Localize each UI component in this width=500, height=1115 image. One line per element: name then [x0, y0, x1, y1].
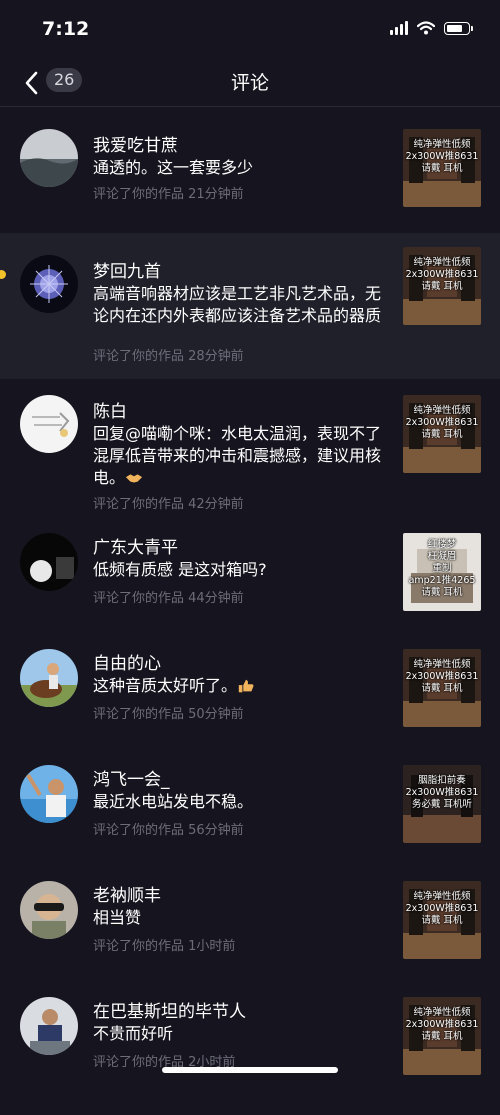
comment-item[interactable]: 老衲顺丰 相当赞 评论了你的作品 1小时前 纯净弹性低频 2x300W推8631… — [0, 879, 500, 995]
commenter-name[interactable]: 我爱吃甘蔗 — [93, 131, 178, 156]
thumbnail-caption: 纯净弹性低频 2x300W推8631 请戴 耳机 — [405, 891, 479, 926]
commenter-name[interactable]: 自由的心 — [93, 649, 161, 674]
comment-meta: 评论了你的作品 44分钟前 — [93, 591, 244, 606]
video-thumbnail[interactable]: 红楼梦 枉凝眉 重制 amp21推4265 请戴 耳机 — [403, 533, 481, 611]
comment-item[interactable]: 陈白 回复@喵嘞个咪：水电太温润，表现不了混厚低音带来的冲击和震撼感，建议用核电… — [0, 379, 500, 531]
avatar[interactable] — [20, 881, 78, 939]
thumbs-up-emoji — [238, 679, 254, 693]
video-thumbnail[interactable]: 纯净弹性低频 2x300W推8631 请戴 耳机 — [403, 395, 481, 473]
thumbnail-caption: 纯净弹性低频 2x300W推8631 请戴 耳机 — [405, 659, 479, 694]
comment-text: 低频有质感 是这对箱吗? — [93, 560, 267, 579]
comment-item[interactable]: 在巴基斯坦的毕节人 不贵而好听 评论了你的作品 2小时前 纯净弹性低频 2x30… — [0, 995, 500, 1115]
commenter-name[interactable]: 陈白 — [93, 397, 127, 422]
comment-text: 通透的。这一套要多少 — [93, 158, 254, 177]
home-indicator[interactable] — [162, 1067, 338, 1073]
avatar[interactable] — [20, 255, 78, 313]
avatar[interactable] — [20, 533, 78, 591]
comment-text: 不贵而好听 — [93, 1024, 174, 1043]
video-thumbnail[interactable]: 纯净弹性低频 2x300W推8631 请戴 耳机 — [403, 247, 481, 325]
comment-list: 我爱吃甘蔗 通透的。这一套要多少 评论了你的作品 21分钟前 纯净弹性低频 2x… — [0, 107, 500, 1115]
thumbnail-caption: 纯净弹性低频 2x300W推8631 请戴 耳机 — [405, 257, 479, 292]
thumbnail-caption: 纯净弹性低频 2x300W推8631 请戴 耳机 — [405, 1007, 479, 1042]
status-bar: 7:12 — [0, 0, 500, 60]
video-thumbnail[interactable]: 纯净弹性低频 2x300W推8631 请戴 耳机 — [403, 881, 481, 959]
cellular-signal-icon — [390, 21, 408, 35]
comment-meta: 评论了你的作品 50分钟前 — [93, 707, 244, 722]
avatar[interactable] — [20, 765, 78, 823]
status-icons — [390, 21, 473, 35]
commenter-name[interactable]: 老衲顺丰 — [93, 881, 161, 906]
comment-text: 这种音质太好听了。 — [93, 676, 238, 695]
wifi-icon — [417, 21, 435, 35]
battery-icon — [444, 21, 473, 35]
thumbnail-caption: 纯净弹性低频 2x300W推8631 请戴 耳机 — [405, 139, 479, 174]
thumbnail-caption: 纯净弹性低频 2x300W推8631 请戴 耳机 — [405, 405, 479, 440]
comment-text-wrap: 这种音质太好听了。 — [93, 675, 393, 697]
thumbnail-caption: 胭脂扣前奏 2x300W推8631 务必戴 耳机听 — [405, 775, 479, 810]
commenter-name[interactable]: 广东大青平 — [93, 533, 178, 558]
comment-meta: 评论了你的作品 28分钟前 — [93, 349, 244, 364]
comment-text: 相当赞 — [93, 908, 142, 927]
comment-text-wrap: 回复@喵嘞个咪：水电太温润，表现不了混厚低音带来的冲击和震撼感，建议用核电。 — [93, 423, 393, 489]
nav-bar: 26 评论 — [0, 60, 500, 107]
thumbnail-caption: 红楼梦 枉凝眉 重制 amp21推4265 请戴 耳机 — [408, 539, 476, 598]
status-time: 7:12 — [42, 18, 90, 40]
avatar[interactable] — [20, 129, 78, 187]
comment-text: 最近水电站发电不稳。 — [93, 792, 254, 811]
commenter-name[interactable]: 在巴基斯坦的毕节人 — [93, 997, 246, 1022]
page-title: 评论 — [230, 72, 269, 94]
comment-item[interactable]: 广东大青平 低频有质感 是这对箱吗? 评论了你的作品 44分钟前 红楼梦 枉凝眉… — [0, 531, 500, 647]
handshake-emoji — [125, 474, 143, 483]
video-thumbnail[interactable]: 纯净弹性低频 2x300W推8631 请戴 耳机 — [403, 129, 481, 207]
avatar[interactable] — [20, 997, 78, 1055]
comment-item[interactable]: 鸿飞一会_ 最近水电站发电不稳。 评论了你的作品 56分钟前 胭脂扣前奏 2x3… — [0, 763, 500, 879]
comment-meta: 评论了你的作品 56分钟前 — [93, 823, 244, 838]
comment-meta: 评论了你的作品 21分钟前 — [93, 187, 244, 202]
comment-item[interactable]: 自由的心 这种音质太好听了。 评论了你的作品 50分钟前 纯净弹性低频 2x30… — [0, 647, 500, 763]
video-thumbnail[interactable]: 纯净弹性低频 2x300W推8631 请戴 耳机 — [403, 649, 481, 727]
comment-text: 高端音响器材应该是工艺非凡艺术品，无论内在还内外表都应该注备艺术品的器质 — [93, 284, 382, 325]
avatar[interactable] — [20, 395, 78, 453]
comment-item[interactable]: 梦回九首 高端音响器材应该是工艺非凡艺术品，无论内在还内外表都应该注备艺术品的器… — [0, 233, 500, 379]
video-thumbnail[interactable]: 胭脂扣前奏 2x300W推8631 务必戴 耳机听 — [403, 765, 481, 843]
unread-dot — [0, 270, 6, 279]
commenter-name[interactable]: 鸿飞一会_ — [93, 765, 170, 790]
avatar[interactable] — [20, 649, 78, 707]
comment-item[interactable]: 我爱吃甘蔗 通透的。这一套要多少 评论了你的作品 21分钟前 纯净弹性低频 2x… — [0, 107, 500, 233]
commenter-name[interactable]: 梦回九首 — [93, 257, 161, 282]
comment-meta: 评论了你的作品 1小时前 — [93, 939, 236, 954]
video-thumbnail[interactable]: 纯净弹性低频 2x300W推8631 请戴 耳机 — [403, 997, 481, 1075]
comment-meta: 评论了你的作品 42分钟前 — [93, 497, 244, 512]
